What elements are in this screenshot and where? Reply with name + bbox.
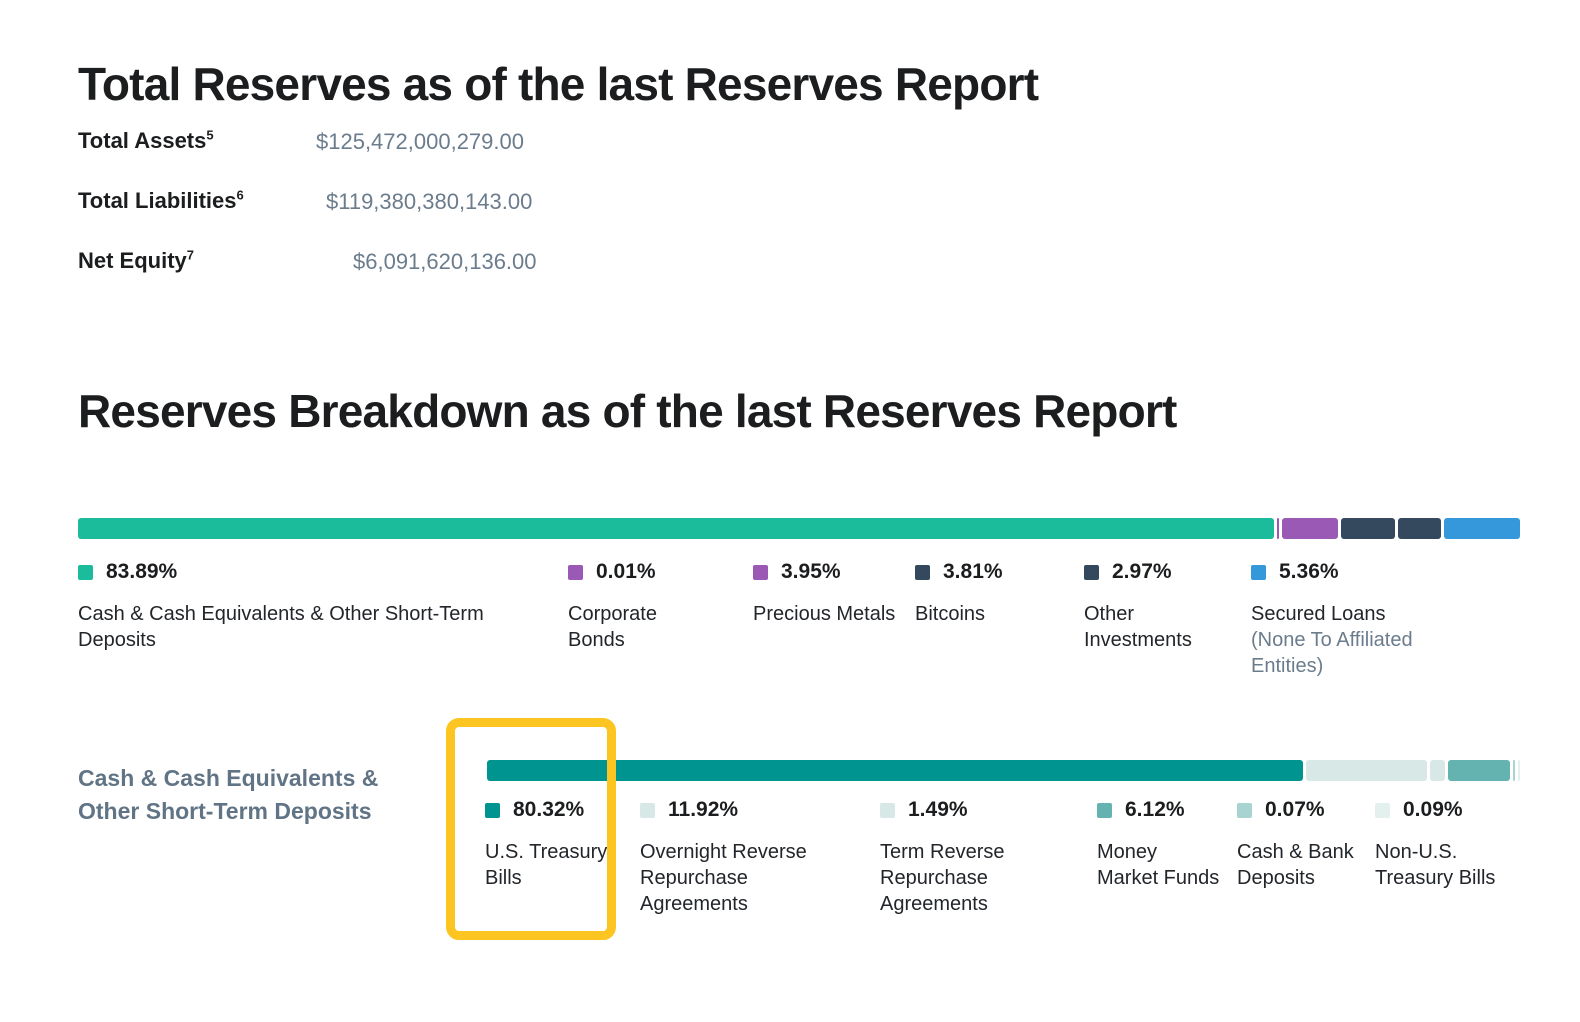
legend-swatch-icon	[753, 565, 768, 580]
legend-label-note: (None To Affiliated Entities)	[1251, 629, 1413, 677]
legend-percent: 83.89%	[106, 560, 177, 584]
legend-label: Corporate Bonds	[568, 601, 718, 653]
total-liabilities-label: Total Liabilities6	[78, 188, 244, 214]
legend-percent: 3.95%	[781, 560, 841, 584]
legend-swatch-icon	[1097, 803, 1112, 818]
bar-segment	[1448, 760, 1510, 781]
net-equity-label: Net Equity7	[78, 248, 194, 274]
legend-item-corporate-bonds[interactable]: 0.01% Corporate Bonds	[568, 560, 718, 653]
legend-swatch-icon	[640, 803, 655, 818]
legend-label: Precious Metals	[753, 601, 903, 627]
total-assets-value: $125,472,000,279.00	[316, 129, 524, 155]
legend-percent: 5.36%	[1279, 560, 1339, 584]
page-title: Total Reserves as of the last Reserves R…	[78, 59, 1038, 110]
bar-segment	[1277, 518, 1279, 539]
legend-label: U.S. Treasury Bills	[485, 839, 625, 891]
legend-item-non-us-treasury-bills[interactable]: 0.09% Non-U.S. Treasury Bills	[1375, 798, 1525, 891]
cash-label-line-1: Cash & Cash Equivalents &	[78, 765, 378, 791]
legend-label: Cash & Cash Equivalents & Other Short-Te…	[78, 601, 498, 653]
bar-segment	[1430, 760, 1445, 781]
footnote-marker: 6	[237, 188, 244, 203]
legend-swatch-icon	[1084, 565, 1099, 580]
legend-percent: 6.12%	[1125, 798, 1185, 822]
legend-swatch-icon	[78, 565, 93, 580]
breakdown-title: Reserves Breakdown as of the last Reserv…	[78, 386, 1398, 437]
legend-swatch-icon	[1251, 565, 1266, 580]
legend-label: Money Market Funds	[1097, 839, 1222, 891]
bar-segment	[1513, 760, 1515, 781]
legend-percent: 80.32%	[513, 798, 584, 822]
legend-swatch-icon	[915, 565, 930, 580]
bar-segment	[1398, 518, 1440, 539]
cash-label-line-2: Other Short-Term Deposits	[78, 798, 372, 824]
legend-label: Bitcoins	[915, 601, 1075, 627]
bar-segment	[1282, 518, 1338, 539]
total-liabilities-value: $119,380,380,143.00	[326, 189, 532, 215]
legend-percent: 11.92%	[668, 798, 738, 822]
bar-segment	[78, 518, 1274, 539]
legend-item-overnight-reverse-repurchase-agreements[interactable]: 11.92% Overnight Reverse Repurchase Agre…	[640, 798, 845, 917]
reserves-report-page: Total Reserves as of the last Reserves R…	[0, 0, 1580, 1022]
legend-swatch-icon	[1375, 803, 1390, 818]
legend-percent: 1.49%	[908, 798, 968, 822]
reserves-stacked-bar	[78, 518, 1520, 539]
legend-label: Cash & Bank Deposits	[1237, 839, 1362, 891]
legend-item-other-investments[interactable]: 2.97% Other Investments	[1084, 560, 1244, 653]
legend-item-secured-loans[interactable]: 5.36% Secured Loans(None To Affiliated E…	[1251, 560, 1466, 679]
legend-percent: 0.09%	[1403, 798, 1463, 822]
bar-segment	[487, 760, 1303, 781]
legend-item-cash-and-bank-deposits[interactable]: 0.07% Cash & Bank Deposits	[1237, 798, 1362, 891]
legend-item-cash-equivalents[interactable]: 83.89% Cash & Cash Equivalents & Other S…	[78, 560, 498, 653]
cash-equivalents-stacked-bar	[487, 760, 1520, 781]
legend-item-bitcoins[interactable]: 3.81% Bitcoins	[915, 560, 1075, 627]
legend-label: Secured Loans(None To Affiliated Entitie…	[1251, 601, 1466, 679]
legend-label: Other Investments	[1084, 601, 1244, 653]
legend-swatch-icon	[880, 803, 895, 818]
bar-segment	[1341, 518, 1395, 539]
bar-segment	[1518, 760, 1520, 781]
legend-label: Term Reverse Repurchase Agreements	[880, 839, 1070, 917]
legend-item-term-reverse-repurchase-agreements[interactable]: 1.49% Term Reverse Repurchase Agreements	[880, 798, 1070, 917]
cash-equivalents-section-label: Cash & Cash Equivalents & Other Short-Te…	[78, 762, 458, 827]
net-equity-value: $6,091,620,136.00	[353, 249, 537, 275]
legend-swatch-icon	[568, 565, 583, 580]
bar-segment	[1306, 760, 1427, 781]
legend-label: Overnight Reverse Repurchase Agreements	[640, 839, 845, 917]
bar-segment	[1444, 518, 1520, 539]
legend-item-us-treasury-bills[interactable]: 80.32% U.S. Treasury Bills	[485, 798, 625, 891]
footnote-marker: 7	[187, 248, 194, 263]
legend-item-precious-metals[interactable]: 3.95% Precious Metals	[753, 560, 903, 627]
legend-item-money-market-funds[interactable]: 6.12% Money Market Funds	[1097, 798, 1222, 891]
footnote-marker: 5	[206, 128, 213, 143]
total-assets-label: Total Assets5	[78, 128, 214, 154]
legend-label: Non-U.S. Treasury Bills	[1375, 839, 1525, 891]
legend-swatch-icon	[1237, 803, 1252, 818]
legend-percent: 2.97%	[1112, 560, 1172, 584]
legend-percent: 0.01%	[596, 560, 656, 584]
legend-percent: 0.07%	[1265, 798, 1325, 822]
legend-swatch-icon	[485, 803, 500, 818]
legend-percent: 3.81%	[943, 560, 1003, 584]
